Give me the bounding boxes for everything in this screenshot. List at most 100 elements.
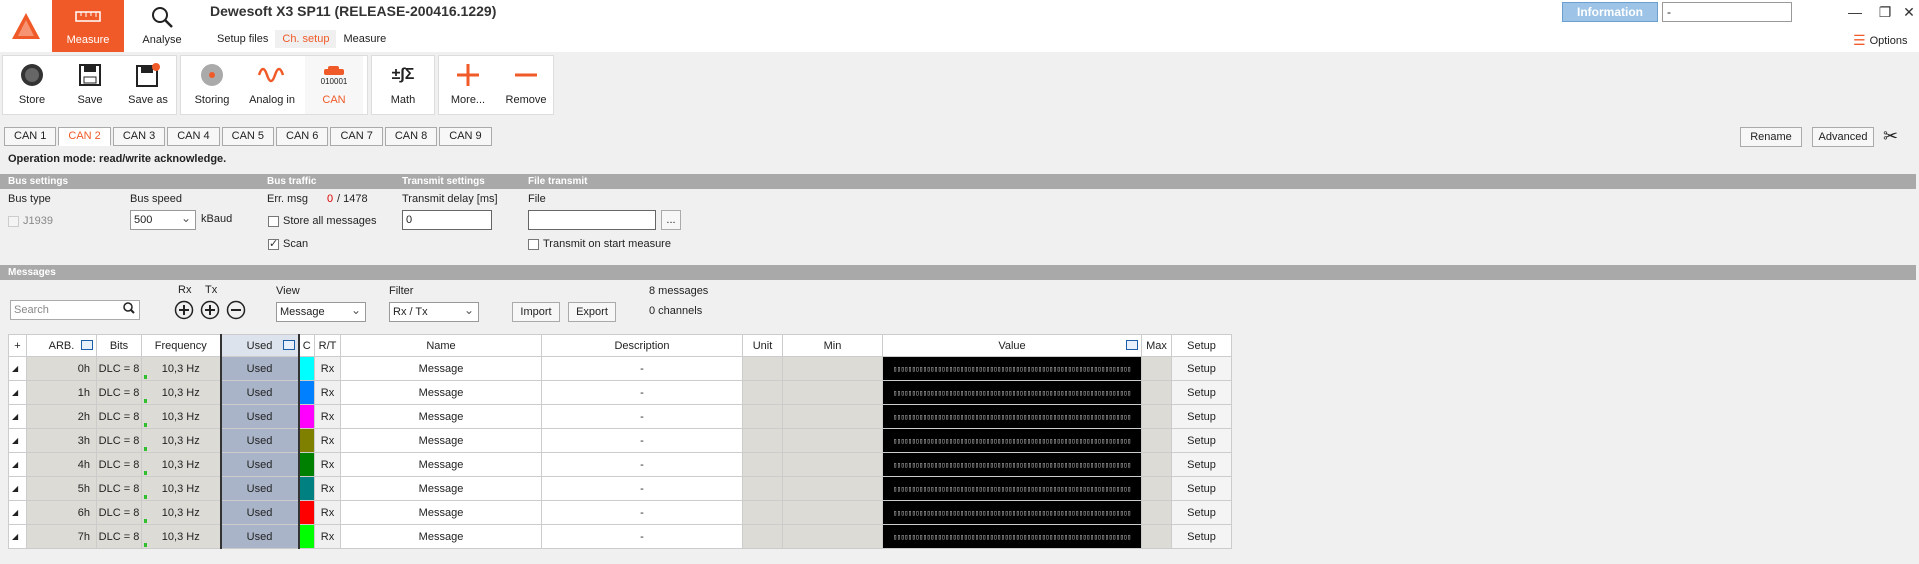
setup-button[interactable]: Setup [1171,452,1232,477]
close-icon[interactable]: ✕ [1894,2,1919,22]
export-button[interactable]: Export [568,302,616,322]
store-button[interactable]: Store [3,56,61,114]
color-swatch[interactable] [298,428,315,453]
color-swatch[interactable] [298,524,315,549]
description-cell[interactable]: - [541,428,743,453]
name-cell[interactable]: Message [340,380,542,405]
used-cell[interactable]: Used [219,476,300,501]
column-menu-icon[interactable] [282,340,295,350]
description-cell[interactable]: - [541,356,743,381]
column-menu-icon[interactable] [1126,340,1138,350]
bus-speed-select[interactable]: 500 [130,209,196,230]
transmit-on-start-checkbox[interactable]: Transmit on start measure [528,238,671,250]
view-select[interactable]: Message [276,301,366,322]
tab-can-2[interactable]: CAN 2 [58,127,111,146]
row-expand-icon[interactable]: ◢ [8,428,27,453]
arb-cell[interactable]: 7h [26,524,97,549]
setup-button[interactable]: Setup [1171,404,1232,429]
row-expand-icon[interactable]: ◢ [8,356,27,381]
rt-cell[interactable]: Rx [314,356,341,381]
tab-can-8[interactable]: CAN 8 [384,127,438,146]
used-cell[interactable]: Used [219,452,300,477]
rt-cell[interactable]: Rx [314,380,341,405]
table-row[interactable]: ◢ 6h DLC = 8 10,3 Hz Used Rx Message - ▯▯▯▯▯▯▯▯▯… [8,500,1232,525]
table-row[interactable]: ◢ 2h DLC = 8 10,3 Hz Used Rx Message - ▯▯▯▯▯▯▯▯▯… [8,404,1232,429]
unit-cell[interactable] [742,404,783,429]
arb-cell[interactable]: 6h [26,500,97,525]
import-button[interactable]: Import [512,302,560,322]
description-cell[interactable]: - [541,380,743,405]
col-used[interactable]: Used [219,334,300,357]
math-button[interactable]: ±∫Σ Math [374,56,432,114]
save-button[interactable]: Save [61,56,119,114]
color-swatch[interactable] [298,452,315,477]
used-cell[interactable]: Used [219,356,300,381]
col-min[interactable]: Min [782,334,883,357]
used-cell[interactable]: Used [219,404,300,429]
row-expand-icon[interactable]: ◢ [8,500,27,525]
topnav-analyse[interactable]: Analyse [126,0,198,52]
tab-can-7[interactable]: CAN 7 [330,127,383,146]
tab-can-6[interactable]: CAN 6 [276,127,329,146]
remove-message-icon[interactable] [226,300,246,323]
col-color[interactable]: C [298,334,315,357]
rt-cell[interactable]: Rx [314,476,341,501]
rt-cell[interactable]: Rx [314,404,341,429]
information-button[interactable]: Information [1562,2,1658,22]
description-cell[interactable]: - [541,404,743,429]
rt-cell[interactable]: Rx [314,500,341,525]
bits-cell[interactable]: DLC = 8 [96,476,142,501]
setup-button[interactable]: Setup [1171,524,1232,549]
minimize-icon[interactable]: — [1840,2,1870,22]
col-setup[interactable]: Setup [1171,334,1232,357]
name-cell[interactable]: Message [340,428,542,453]
col-name[interactable]: Name [340,334,542,357]
rt-cell[interactable]: Rx [314,452,341,477]
arb-cell[interactable]: 5h [26,476,97,501]
table-row[interactable]: ◢ 4h DLC = 8 10,3 Hz Used Rx Message - ▯▯▯▯▯▯▯▯▯… [8,452,1232,477]
table-row[interactable]: ◢ 5h DLC = 8 10,3 Hz Used Rx Message - ▯▯▯▯▯▯▯▯▯… [8,476,1232,501]
used-cell[interactable]: Used [219,380,300,405]
used-cell[interactable]: Used [219,500,300,525]
arb-cell[interactable]: 4h [26,452,97,477]
setup-button[interactable]: Setup [1171,500,1232,525]
setup-button[interactable]: Setup [1171,476,1232,501]
save-as-button[interactable]: Save as [119,56,177,114]
unit-cell[interactable] [742,356,783,381]
bits-cell[interactable]: DLC = 8 [96,452,142,477]
used-cell[interactable]: Used [219,428,300,453]
col-rt[interactable]: R/T [314,334,341,357]
col-value[interactable]: Value [882,334,1142,357]
tab-can-4[interactable]: CAN 4 [167,127,220,146]
bits-cell[interactable]: DLC = 8 [96,500,142,525]
row-expand-icon[interactable]: ◢ [8,476,27,501]
unit-cell[interactable] [742,452,783,477]
col-unit[interactable]: Unit [742,334,783,357]
scan-checkbox[interactable]: Scan [268,237,308,250]
table-row[interactable]: ◢ 7h DLC = 8 10,3 Hz Used Rx Message - ▯▯▯▯▯▯▯▯▯… [8,524,1232,549]
unit-cell[interactable] [742,524,783,549]
rename-button[interactable]: Rename [1740,127,1802,147]
topnav-measure[interactable]: Measure [52,0,124,52]
col-max[interactable]: Max [1141,334,1172,357]
table-row[interactable]: ◢ 0h DLC = 8 10,3 Hz Used Rx Message - ▯▯▯▯▯▯▯▯▯… [8,356,1232,381]
arb-cell[interactable]: 2h [26,404,97,429]
more-button[interactable]: More... [439,56,497,114]
search-input[interactable]: Search [10,300,140,320]
advanced-button[interactable]: Advanced [1812,127,1874,147]
can-button[interactable]: 010001 CAN [305,56,363,114]
tools-icon[interactable]: ✂ [1883,126,1898,147]
add-tx-icon[interactable] [200,300,220,323]
file-input[interactable] [528,210,656,230]
name-cell[interactable]: Message [340,524,542,549]
j1939-checkbox[interactable]: J1939 [8,215,53,227]
color-swatch[interactable] [298,356,315,381]
subtab-measure[interactable]: Measure [336,30,393,48]
setup-button[interactable]: Setup [1171,428,1232,453]
remove-button[interactable]: Remove [497,56,555,114]
description-cell[interactable]: - [541,452,743,477]
name-cell[interactable]: Message [340,500,542,525]
transmit-delay-input[interactable]: 0 [402,210,492,230]
column-menu-icon[interactable] [81,340,93,350]
bits-cell[interactable]: DLC = 8 [96,428,142,453]
